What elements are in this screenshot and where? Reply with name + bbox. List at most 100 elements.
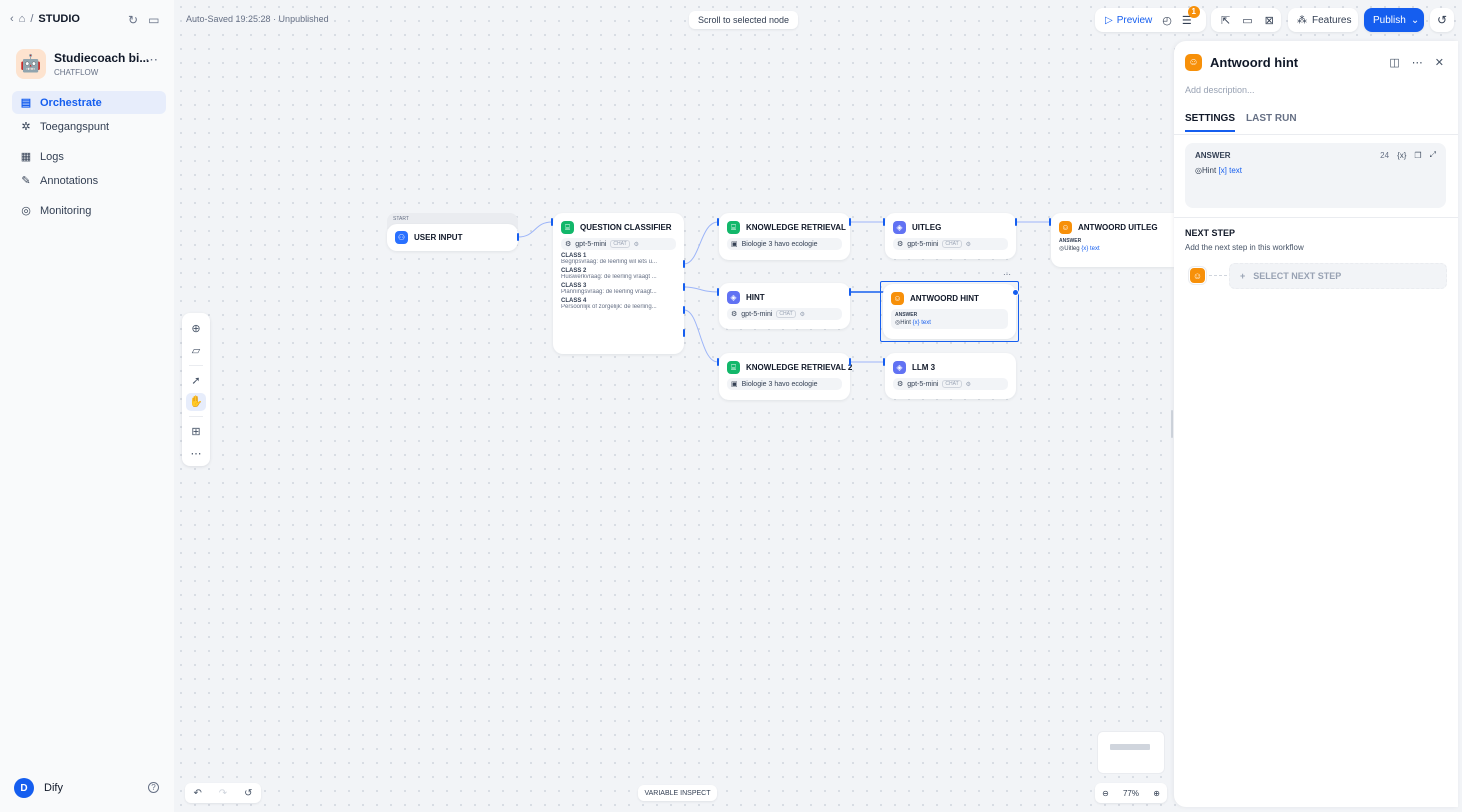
output-port[interactable] <box>683 306 685 314</box>
refresh-icon[interactable]: ↻ <box>128 13 138 27</box>
features-button[interactable]: ⁂ Features <box>1288 8 1358 32</box>
breadcrumb: ‹ ⌂ / STUDIO <box>10 13 80 25</box>
tab-settings[interactable]: SETTINGS <box>1185 113 1236 132</box>
breadcrumb-studio[interactable]: STUDIO <box>38 13 80 25</box>
split-view-icon[interactable]: ◫ <box>1389 56 1399 69</box>
output-port[interactable] <box>849 218 851 226</box>
node-knowledge-retrieval-2[interactable]: ⌸ KNOWLEDGE RETRIEVAL 2 ▣ Biologie 3 hav… <box>719 353 852 400</box>
minimap[interactable] <box>1097 731 1165 774</box>
preview-button[interactable]: ▷ Preview <box>1105 15 1152 26</box>
input-port[interactable] <box>717 288 719 296</box>
scroll-to-selected-button[interactable]: Scroll to selected node <box>689 11 798 29</box>
app-name: Studiecoach bi... <box>54 51 150 65</box>
model-selector: ⚙ gpt-5-mini CHAT ⚙ <box>561 238 676 250</box>
pointer-icon[interactable]: ➚ <box>186 371 206 390</box>
output-port[interactable] <box>1015 218 1017 226</box>
description-input[interactable]: Add description... <box>1185 85 1255 95</box>
sidebar-item-logs[interactable]: ▦ Logs <box>12 145 166 168</box>
app-card[interactable]: 🤖 Studiecoach bi... CHATFLOW ⋯ <box>16 48 166 80</box>
dataset-name: Biologie 3 havo ecologie <box>741 380 818 388</box>
panel-resize-handle[interactable] <box>1171 410 1173 438</box>
node-antwoord-uitleg[interactable]: ☺ ANTWOORD UITLEG ANSWER ◎Uitleg {x} tex… <box>1051 213 1174 267</box>
sidebar-item-orchestrate[interactable]: ▤ Orchestrate <box>12 91 166 114</box>
zoom-level[interactable]: 77% <box>1123 789 1139 798</box>
settings-icon: ⚙ <box>965 241 972 248</box>
more-icon[interactable]: ⋯ <box>186 444 206 463</box>
more-icon[interactable]: ⋯ <box>1412 56 1423 69</box>
input-port[interactable] <box>717 218 719 226</box>
zoom-out-icon[interactable]: ⊖ <box>1102 789 1109 798</box>
output-port[interactable] <box>683 260 685 268</box>
output-port[interactable] <box>517 233 519 241</box>
run-history-icon[interactable]: ◴ <box>1162 14 1172 27</box>
redo-icon[interactable]: ↷ <box>219 788 227 799</box>
checklist-icon[interactable]: ☰ 1 <box>1182 5 1200 27</box>
node-knowledge-retrieval[interactable]: ⌸ KNOWLEDGE RETRIEVAL ▣ Biologie 3 havo … <box>719 213 850 260</box>
tab-last-run[interactable]: LAST RUN <box>1246 113 1297 132</box>
class-text: Huiswerkvraag: de leerling vraagt ... <box>561 274 657 280</box>
select-next-step-button[interactable]: + SELECT NEXT STEP <box>1229 263 1447 289</box>
copy-icon[interactable]: ❐ <box>1414 151 1421 160</box>
add-node-icon[interactable]: ⊕ <box>186 319 206 338</box>
access-point-icon: ✲ <box>21 121 31 133</box>
input-port[interactable] <box>551 218 553 226</box>
version-history-button[interactable]: ↺ <box>1430 8 1454 32</box>
dataset-item: ▣ Biologie 3 havo ecologie <box>727 238 842 250</box>
panel-title[interactable]: Antwoord hint <box>1210 55 1298 70</box>
node-uitleg[interactable]: ◈ UITLEG ⚙ gpt-5-mini CHAT ⚙ <box>885 213 1016 259</box>
publish-label: Publish <box>1373 14 1406 26</box>
answer-label: ANSWER <box>1195 150 1231 160</box>
expand-icon[interactable]: ⤢ <box>1430 150 1436 160</box>
class-text: Persoonlijk of zorgelijk: de leerling... <box>561 304 657 310</box>
input-port[interactable] <box>883 218 885 226</box>
sidebar-item-toegangspunt[interactable]: ✲ Toegangspunt <box>12 115 166 138</box>
undo-icon[interactable]: ↶ <box>193 788 201 799</box>
sidebar-item-monitoring[interactable]: ◎ Monitoring <box>12 199 166 222</box>
answer-variable: ◎Hint [x] text <box>1195 166 1243 175</box>
organize-icon[interactable]: ⊞ <box>186 422 206 441</box>
node-user-input[interactable]: ⚇ USER INPUT <box>387 224 518 251</box>
variable-node: Hint <box>1201 166 1217 175</box>
model-mode: CHAT <box>942 380 962 388</box>
share-icon[interactable]: ⇱ <box>1221 14 1230 27</box>
output-port[interactable] <box>849 288 851 296</box>
variables-icon[interactable]: ⊠ <box>1265 14 1274 27</box>
add-next-node-handle[interactable] <box>1012 289 1019 296</box>
hand-icon[interactable]: ✋ <box>186 392 206 412</box>
class-text: Planningsvraag: de leerling vraagt... <box>561 289 657 295</box>
sidebar-item-annotations[interactable]: ✎ Annotations <box>12 169 166 192</box>
node-question-classifier[interactable]: ⌸ QUESTION CLASSIFIER ⚙ gpt-5-mini CHAT … <box>553 213 684 354</box>
input-port[interactable] <box>1049 218 1051 226</box>
input-port[interactable] <box>883 358 885 366</box>
account[interactable]: D Dify <box>14 778 63 798</box>
app-avatar: 🤖 <box>16 49 46 79</box>
model-name: gpt-5-mini <box>575 240 607 248</box>
close-icon[interactable]: ✕ <box>1435 56 1444 69</box>
more-icon[interactable]: ⋯ <box>145 52 158 68</box>
play-icon: ▷ <box>1105 14 1113 26</box>
model-selector: ⚙ gpt-5-mini CHAT ⚙ <box>727 308 842 320</box>
sidebar-toggle-icon[interactable]: ▭ <box>148 13 159 27</box>
insert-variable-icon[interactable]: {x} <box>1397 151 1406 160</box>
answer-editor[interactable]: ANSWER 24 {x} ❐ ⤢ ◎Hint [x] text <box>1185 143 1446 208</box>
add-note-icon[interactable]: ▱ <box>186 341 206 360</box>
output-port[interactable] <box>683 329 685 337</box>
settings-icon: ⚙ <box>965 381 972 388</box>
history-icon[interactable]: ↺ <box>244 788 252 799</box>
node-more-icon[interactable]: ⋯ <box>1003 270 1011 279</box>
node-hint[interactable]: ◈ HINT ⚙ gpt-5-mini CHAT ⚙ <box>719 283 850 329</box>
checklist-badge: 1 <box>1187 5 1200 18</box>
output-port[interactable] <box>849 358 851 366</box>
variable-name: [x] text <box>1218 166 1243 175</box>
publish-button[interactable]: Publish ⌄ <box>1364 8 1424 32</box>
zoom-in-icon[interactable]: ⊕ <box>1153 789 1160 798</box>
input-port[interactable] <box>717 358 719 366</box>
env-icon[interactable]: ▭ <box>1242 14 1252 27</box>
variable-inspect-button[interactable]: VARIABLE INSPECT <box>638 785 717 801</box>
node-llm-3[interactable]: ◈ LLM 3 ⚙ gpt-5-mini CHAT ⚙ <box>885 353 1016 399</box>
home-icon[interactable]: ⌂ <box>19 13 26 25</box>
back-icon[interactable]: ‹ <box>10 13 14 25</box>
output-port[interactable] <box>683 283 685 291</box>
help-icon[interactable]: ? <box>148 782 159 793</box>
class-item: CLASS 4 Persoonlijk of zorgelijk: de lee… <box>561 298 676 310</box>
